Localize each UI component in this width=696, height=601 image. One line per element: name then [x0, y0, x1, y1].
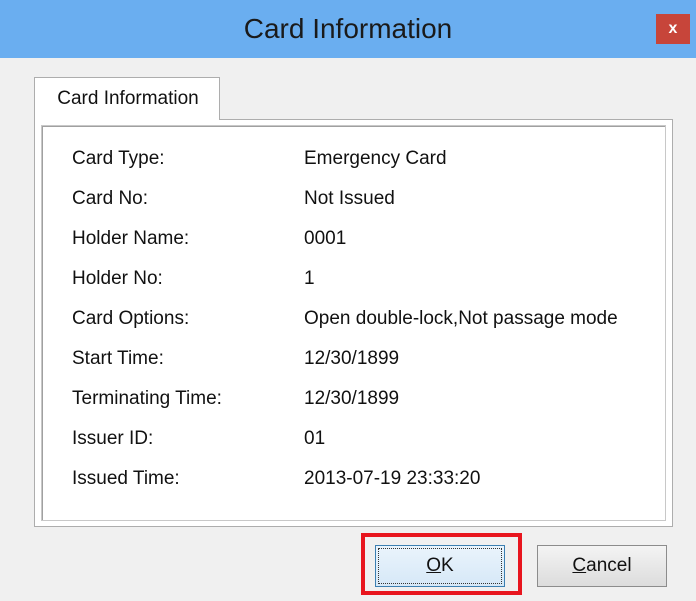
- cancel-button-label: Cancel: [572, 555, 631, 576]
- field-value: 1: [304, 268, 315, 289]
- field-label: Holder No:: [72, 268, 163, 289]
- title-bar[interactable]: Card Information x: [0, 0, 696, 58]
- window-title: Card Information: [243, 13, 453, 44]
- field-value: 12/30/1899: [304, 348, 400, 369]
- field-value: Emergency Card: [304, 148, 447, 169]
- cancel-label-rest: ancel: [586, 555, 632, 576]
- field-row-card-type: Card Type: Emergency Card: [42, 139, 662, 179]
- close-icon: x: [668, 20, 678, 37]
- field-label: Issuer ID:: [72, 428, 154, 449]
- field-value: 01: [304, 428, 326, 449]
- field-value: 0001: [304, 228, 347, 249]
- field-value: 12/30/1899: [304, 388, 400, 409]
- cancel-mnemonic: C: [572, 555, 587, 576]
- tab-card-information[interactable]: Card Information: [34, 77, 220, 120]
- field-row-card-no: Card No: Not Issued: [42, 179, 662, 219]
- card-details-group: Card Type: Emergency Card Card No: Not I…: [41, 125, 666, 521]
- field-label: Issued Time:: [72, 468, 180, 489]
- field-label: Card Options:: [72, 308, 190, 329]
- field-value: Open double-lock,Not passage mode: [304, 308, 618, 329]
- field-row-terminating-time: Terminating Time: 12/30/1899: [42, 379, 662, 419]
- ok-button-highlight-box: [361, 533, 522, 595]
- field-row-card-options: Card Options: Open double-lock,Not passa…: [42, 299, 662, 339]
- field-label: Holder Name:: [72, 228, 190, 249]
- field-row-holder-name: Holder Name: 0001: [42, 219, 662, 259]
- field-value: 2013-07-19 23:33:20: [304, 468, 481, 489]
- field-row-start-time: Start Time: 12/30/1899: [42, 339, 662, 379]
- field-row-issuer-id: Issuer ID: 01: [42, 419, 662, 459]
- cancel-button[interactable]: Cancel: [537, 545, 667, 587]
- field-label: Terminating Time:: [72, 388, 222, 409]
- field-label: Card Type:: [72, 148, 165, 169]
- field-row-holder-no: Holder No: 1: [42, 259, 662, 299]
- field-row-issued-time: Issued Time: 2013-07-19 23:33:20: [42, 459, 662, 499]
- field-label: Start Time:: [72, 348, 164, 369]
- tab-label: Card Information: [57, 88, 199, 109]
- field-label: Card No:: [72, 188, 149, 209]
- card-information-dialog: Card Information x Card Information Card…: [0, 0, 696, 601]
- tab-panel: Card Type: Emergency Card Card No: Not I…: [34, 119, 673, 527]
- field-value: Not Issued: [304, 188, 395, 209]
- close-button[interactable]: x: [656, 14, 690, 44]
